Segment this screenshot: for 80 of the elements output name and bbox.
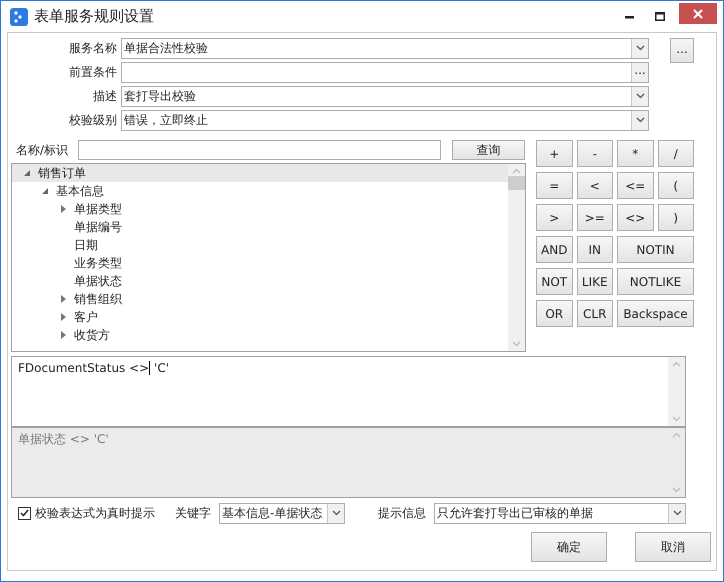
collapsed-triangle-icon[interactable] [60, 205, 66, 213]
operator-button[interactable]: * [617, 140, 654, 167]
field-label: 前置条件 [68, 64, 118, 81]
tree-item[interactable]: 销售订单 [12, 164, 508, 182]
chevron-down-icon [636, 45, 644, 51]
minimize-icon[interactable] [625, 14, 635, 18]
operator-button[interactable]: IN [576, 236, 613, 263]
collapsed-triangle-icon[interactable] [60, 331, 66, 339]
cancel-button[interactable]: 取消 [635, 532, 711, 562]
dropdown-button[interactable] [327, 504, 344, 522]
operator-button[interactable]: + [536, 140, 572, 167]
field-label: 描述 [92, 88, 118, 105]
expanded-triangle-icon[interactable] [42, 188, 48, 194]
operator-button[interactable]: NOTIN [617, 236, 694, 263]
keyword-label: 关键字 [175, 505, 211, 522]
operator-button[interactable]: - [576, 140, 613, 167]
operator-button[interactable]: < [576, 172, 613, 199]
operator-button[interactable]: <= [617, 172, 654, 199]
operator-button[interactable]: ( [658, 172, 694, 199]
operator-button[interactable]: NOTLIKE [617, 268, 694, 295]
field-label: 服务名称 [68, 40, 118, 57]
scrollbar-thumb[interactable] [508, 176, 525, 190]
expression-text: FDocumentStatus <> 'C' [18, 360, 170, 377]
tree-item[interactable]: 单据状态 [12, 272, 508, 290]
ellipsis-button[interactable]: ... [631, 62, 648, 82]
tree-item[interactable]: 单据类型 [12, 200, 508, 218]
search-label: 名称/标识 [15, 142, 70, 159]
dropdown-button[interactable] [631, 38, 648, 58]
operator-button[interactable]: LIKE [576, 268, 613, 295]
tree-item[interactable]: 基本信息 [12, 182, 508, 200]
operator-button[interactable]: / [658, 140, 694, 167]
operator-button[interactable]: CLR [576, 300, 613, 327]
dropdown-button[interactable] [668, 504, 685, 522]
collapsed-triangle-icon[interactable] [60, 295, 66, 303]
dropdown-button[interactable] [631, 110, 648, 130]
expanded-triangle-icon[interactable] [24, 170, 30, 176]
collapsed-triangle-icon[interactable] [60, 313, 66, 321]
app-logo-icon [10, 8, 28, 26]
tree-item[interactable]: 客户 [12, 308, 508, 326]
window-title: 表单服务规则设置 [34, 6, 154, 28]
preview-text: 单据状态 <> 'C' [18, 432, 109, 446]
close-icon [693, 8, 703, 18]
dropdown-field[interactable]: 套打导出校验 [121, 86, 649, 106]
dropdown-field[interactable]: 单据合法性校验 [121, 38, 649, 58]
chevron-down-icon [636, 93, 644, 99]
tree-item[interactable]: 收货方 [12, 326, 508, 344]
operator-button[interactable]: NOT [536, 268, 572, 295]
chevron-down-icon [636, 117, 644, 123]
confirm-button[interactable]: 确定 [531, 532, 607, 562]
chevron-down-icon [672, 510, 682, 516]
operator-button[interactable]: ) [658, 204, 694, 231]
operator-button[interactable]: > [536, 204, 572, 231]
keyword-dropdown[interactable]: 基本信息-单据状态 [219, 502, 345, 524]
hint-dropdown[interactable]: 只允许套打导出已审核的单据 [434, 502, 686, 524]
operator-button[interactable]: Backspace [617, 300, 694, 327]
hint-label: 提示信息 [378, 505, 426, 522]
operator-button[interactable]: OR [536, 300, 572, 327]
tree-item[interactable]: 业务类型 [12, 254, 508, 272]
expression-editor[interactable]: FDocumentStatus <> 'C' [11, 356, 686, 427]
operator-button[interactable]: >= [576, 204, 613, 231]
operator-button[interactable]: AND [536, 236, 572, 263]
tree-item[interactable]: 日期 [12, 236, 508, 254]
input-field[interactable]: ... [121, 62, 649, 82]
operator-button[interactable]: <> [617, 204, 654, 231]
tree-item[interactable]: 单据编号 [12, 218, 508, 236]
query-button[interactable]: 查询 [452, 140, 525, 160]
scrollbar[interactable] [508, 164, 525, 351]
checkbox[interactable] [18, 506, 31, 520]
tree-item[interactable]: 销售组织 [12, 290, 508, 308]
dropdown-field[interactable]: 错误，立即终止 [121, 110, 649, 130]
check-icon [20, 509, 29, 517]
operator-button[interactable]: = [536, 172, 572, 199]
more-button[interactable]: ... [670, 38, 694, 63]
chevron-down-icon [332, 510, 340, 516]
search-field[interactable] [78, 140, 441, 160]
checkbox-label: 校验表达式为真时提示 [35, 505, 155, 522]
dropdown-button[interactable] [631, 86, 648, 106]
maximize-icon[interactable] [655, 12, 665, 21]
field-label: 校验级别 [68, 112, 118, 129]
close-button[interactable] [679, 3, 717, 24]
